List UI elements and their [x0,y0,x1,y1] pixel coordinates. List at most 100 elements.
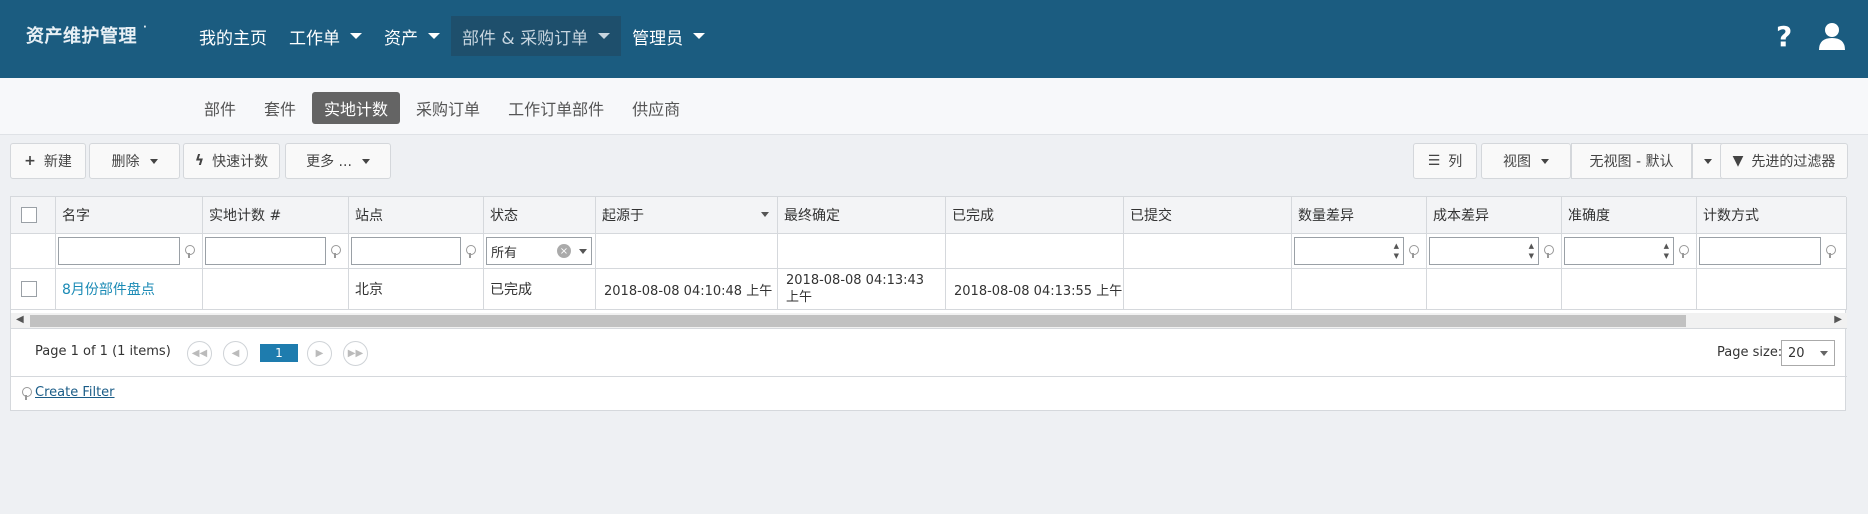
spinner-arrows-icon[interactable]: ▲ ▼ [1394,241,1399,261]
filter-pin-icon[interactable] [1678,244,1689,258]
nav-item-assets[interactable]: 资产 [373,16,451,56]
sub-nav: 部件 套件 实地计数 采购订单 工作订单部件 供应商 [0,78,1868,135]
chevron-down-icon [1820,351,1828,356]
row-qty-diff [1292,269,1427,309]
scroll-left-icon[interactable]: ◀ [16,314,24,325]
page-size-select[interactable]: 20 [1781,340,1835,366]
view-button[interactable]: 视图 [1481,143,1571,179]
nav-item-admin[interactable]: 管理员 [621,16,716,56]
chevron-down-icon [598,33,611,39]
user-icon[interactable] [1818,22,1846,50]
tab-kits[interactable]: 套件 [252,92,308,124]
last-page-icon[interactable]: ▶▶ [343,341,368,366]
prev-page-icon[interactable]: ◀ [223,341,248,366]
pager: Page 1 of 1 (1 items) ◀◀ ◀ 1 ▶ ▶▶ Page s… [11,329,1847,377]
spinner-arrows-icon[interactable]: ▲ ▼ [1529,241,1534,261]
column-header-completed[interactable]: 已完成 [946,197,1124,233]
nav-item-home[interactable]: 我的主页 [188,16,278,56]
filter-pin-icon[interactable] [184,244,195,258]
page-size-label: Page size: [1717,345,1783,360]
new-label: 新建 [43,154,72,170]
nav-item-parts-purchase-orders[interactable]: 部件 & 采购订单 [451,16,622,56]
columns-label: 列 [1448,154,1463,170]
select-all-checkbox[interactable] [21,207,37,223]
app-brand[interactable]: 资产维护管理 · [26,22,147,48]
spinner-arrows-icon[interactable]: ▲ ▼ [1664,241,1669,261]
site-filter-input[interactable] [351,237,461,265]
tab-parts[interactable]: 部件 [192,92,248,124]
chevron-down-icon [149,158,158,164]
scrollbar-thumb[interactable] [30,315,1686,327]
chevron-down-icon[interactable] [579,249,587,254]
row-checkbox[interactable] [21,281,37,297]
qty-diff-filter-spinner[interactable]: ▲ ▼ [1294,237,1404,265]
tab-vendors[interactable]: 供应商 [620,92,692,124]
filter-pin-icon[interactable] [330,244,341,258]
advanced-filter-button[interactable]: ▼ 先进的过滤器 [1720,143,1848,179]
delete-button[interactable]: 删除 [89,143,180,179]
main-nav: 我的主页 工作单 资产 部件 & 采购订单 管理员 [188,16,716,56]
column-header-submitted[interactable]: 已提交 [1124,197,1292,233]
count-method-filter-input[interactable] [1699,237,1821,265]
column-header-count-method[interactable]: 计数方式 [1697,197,1847,233]
cost-diff-filter-spinner[interactable]: ▲ ▼ [1429,237,1539,265]
column-header-status[interactable]: 状态 [484,197,596,233]
status-filter-value: 所有 [491,245,518,261]
chevron-down-icon [693,33,706,39]
column-header-accuracy[interactable]: 准确度 [1562,197,1697,233]
filter-pin-icon[interactable] [1825,244,1836,258]
column-header-originated[interactable]: 起源于 [596,197,778,233]
top-navbar: 资产维护管理 · 我的主页 工作单 资产 部件 & 采购订单 管理员 ? [0,0,1868,78]
help-icon[interactable]: ? [1776,20,1792,53]
lightning-icon: ϟ [194,153,205,169]
current-page-button[interactable]: 1 [260,344,298,362]
row-name-link[interactable]: 8月份部件盘点 [56,269,203,309]
delete-label: 删除 [111,154,140,170]
column-header-cost-diff[interactable]: 成本差异 [1427,197,1562,233]
filter-pin-icon [21,386,32,400]
horizontal-scrollbar[interactable]: ◀ ▶ [11,313,1847,329]
next-page-icon[interactable]: ▶ [307,341,332,366]
count-no-filter-input[interactable] [205,237,326,265]
column-header-qty-diff[interactable]: 数量差异 [1292,197,1427,233]
filter-pin-icon[interactable] [1408,244,1419,258]
column-header-count-no[interactable]: 实地计数 # [203,197,349,233]
column-header-name[interactable]: 名字 [56,197,203,233]
table-row[interactable]: 8月份部件盘点 北京 已完成 2018-08-08 04:10:48 上午 20… [11,269,1847,310]
clear-icon[interactable]: × [557,244,571,258]
column-header-finalized[interactable]: 最终确定 [778,197,946,233]
tab-physical-count[interactable]: 实地计数 [312,92,401,124]
columns-button[interactable]: ☰ 列 [1413,143,1477,179]
tab-purchase-orders[interactable]: 采购订单 [404,92,492,124]
quick-count-button[interactable]: ϟ 快速计数 [183,143,280,179]
view-select[interactable]: 无视图 - 默认 [1571,143,1692,179]
new-button[interactable]: + 新建 [10,143,86,179]
quick-count-label: 快速计数 [212,154,269,170]
row-status: 已完成 [484,269,596,309]
first-page-icon[interactable]: ◀◀ [187,341,212,366]
filter-icon: ▼ [1732,153,1744,169]
status-filter-select[interactable]: 所有 × [486,237,592,265]
chevron-down-icon [1541,158,1549,164]
row-site: 北京 [349,269,484,309]
row-submitted [1124,269,1292,309]
chevron-down-icon [1704,158,1712,164]
name-filter-input[interactable] [58,237,180,265]
nav-item-work-orders[interactable]: 工作单 [278,16,373,56]
row-finalized: 2018-08-08 04:13:43 上午 [778,269,946,309]
more-button[interactable]: 更多 ... [285,143,391,179]
more-label: 更多 ... [306,154,352,170]
filter-pin-icon[interactable] [465,244,476,258]
advanced-filter-label: 先进的过滤器 [1751,154,1836,170]
physical-count-grid: 名字 实地计数 # 站点 状态 起源于 最终确定 已完成 已提交 数量差异 成本… [10,196,1847,411]
row-count-method [1697,269,1847,309]
view-value: 无视图 - 默认 [1589,154,1674,170]
grid-header-row: 名字 实地计数 # 站点 状态 起源于 最终确定 已完成 已提交 数量差异 成本… [11,197,1847,234]
filter-pin-icon[interactable] [1543,244,1554,258]
sort-desc-icon [761,212,769,217]
scroll-right-icon[interactable]: ▶ [1834,314,1842,325]
create-filter-link[interactable]: Create Filter [35,385,115,400]
tab-work-order-parts[interactable]: 工作订单部件 [496,92,616,124]
column-header-site[interactable]: 站点 [349,197,484,233]
accuracy-filter-spinner[interactable]: ▲ ▼ [1564,237,1674,265]
